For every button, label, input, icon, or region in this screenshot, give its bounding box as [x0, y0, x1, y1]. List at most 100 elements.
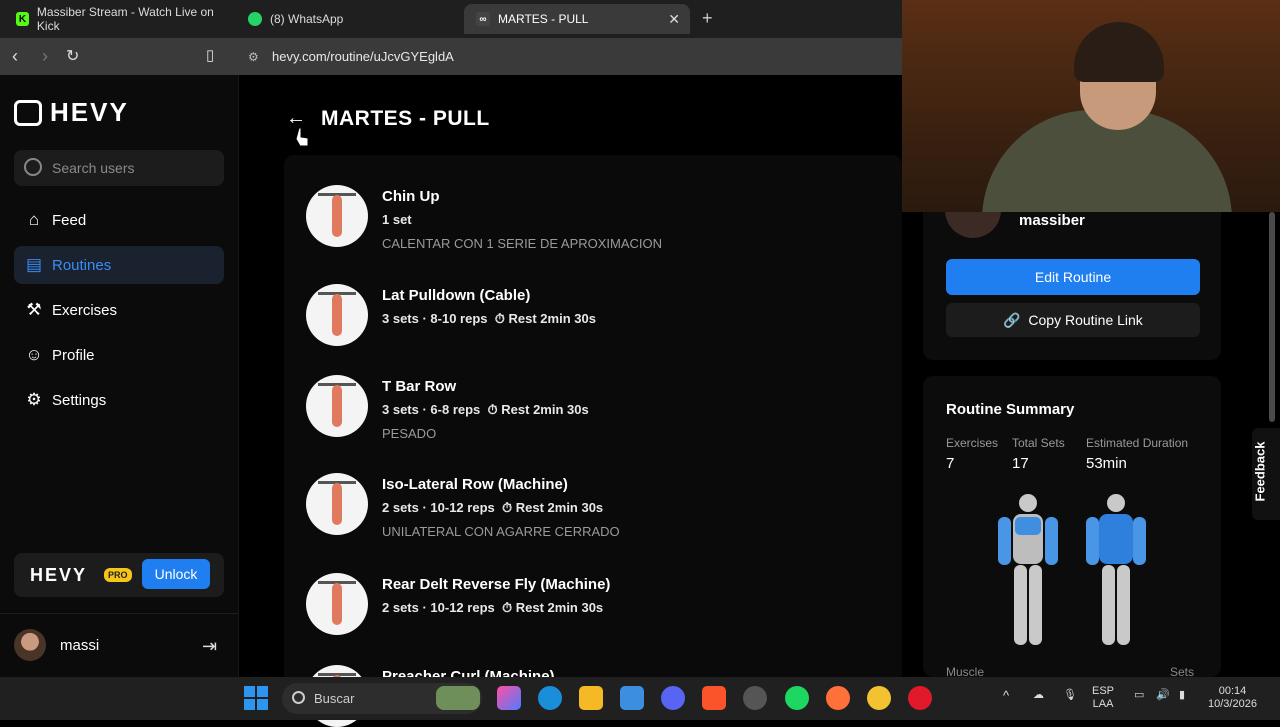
exercise-meta: 1 set — [382, 212, 412, 227]
close-icon[interactable]: ✕ — [668, 11, 680, 28]
exercise-note: PESADO — [382, 426, 437, 441]
exercise-meta: 2 sets · 10-12 reps ⏱ Rest 2min 30s — [382, 500, 604, 515]
webcam-person-hair — [1074, 22, 1164, 82]
stat-total-sets: Total Sets 17 — [1012, 436, 1065, 472]
timer-icon: ⏱ — [501, 600, 513, 615]
summary-title: Routine Summary — [946, 401, 1075, 418]
edit-routine-button[interactable]: Edit Routine — [946, 259, 1200, 295]
obs-icon[interactable] — [743, 686, 767, 710]
copy-routine-link-button[interactable]: 🔗 Copy Routine Link — [946, 303, 1200, 337]
search-icon — [292, 691, 305, 704]
back-arrow-icon[interactable]: ‹ — [12, 46, 18, 67]
search-input[interactable]: Search users — [14, 150, 224, 186]
tab-whatsapp[interactable]: (8) WhatsApp — [236, 4, 458, 34]
chrome-icon[interactable] — [867, 686, 891, 710]
gear-icon: ⚙ — [26, 390, 42, 409]
copilot-icon[interactable] — [497, 686, 521, 710]
volume-icon[interactable]: 🔊 — [1156, 689, 1170, 702]
divider — [0, 613, 239, 614]
exercise-meta: 3 sets · 8-10 reps ⏱ Rest 2min 30s — [382, 311, 596, 326]
sidebar-item-label: Settings — [52, 391, 107, 409]
sidebar-item-label: Exercises — [52, 301, 118, 319]
firefox-icon[interactable] — [826, 686, 850, 710]
browser-tab-bar: K Massiber Stream - Watch Live on Kick (… — [0, 0, 902, 38]
new-tab-icon[interactable]: + — [702, 8, 713, 29]
sidebar-item-label: Feed — [52, 211, 87, 229]
exercise-name: Chin Up — [382, 188, 440, 205]
tab-kick[interactable]: K Massiber Stream - Watch Live on Kick — [4, 4, 236, 34]
search-icon — [24, 158, 42, 176]
dumbbell-icon: ⚒ — [26, 300, 42, 319]
file-explorer-icon[interactable] — [579, 686, 603, 710]
scrollbar-thumb[interactable] — [1269, 212, 1275, 422]
spotify-icon[interactable] — [785, 686, 809, 710]
site-info-icon[interactable]: ⚙ — [248, 44, 259, 70]
tab-hevy[interactable]: ∞ MARTES - PULL ✕ — [464, 4, 690, 34]
chevron-up-icon[interactable]: ^ — [1003, 689, 1009, 702]
network-icon[interactable]: ▭ — [1134, 689, 1144, 702]
language-indicator[interactable]: ESP LAA — [1092, 685, 1114, 711]
logout-icon[interactable]: ⇥ — [202, 636, 217, 657]
home-icon: ⌂ — [28, 210, 40, 229]
widgets-icon[interactable] — [436, 686, 480, 710]
hand-cursor-icon — [295, 127, 309, 147]
taskbar: Buscar ^ ☁ 🎙 ESP LAA ▭ 🔊 ▮ 00:14 10/3/2026 — [0, 677, 1280, 720]
exercise-name: T Bar Row — [382, 378, 457, 395]
exercise-thumbnail — [306, 185, 368, 247]
exercise-thumbnail — [306, 375, 368, 437]
whatsapp-icon — [248, 12, 262, 26]
brave-icon[interactable] — [702, 686, 726, 710]
exercise-note: CALENTAR CON 1 SERIE DE APROXIMACION — [382, 236, 663, 251]
timer-icon: ⏱ — [494, 311, 505, 326]
routine-summary-card: Routine Summary Exercises 7 Total Sets 17 … — [923, 376, 1221, 679]
url-field[interactable]: ⚙ hevy.com/routine/uJcvGYEgldA — [240, 44, 900, 70]
page-title: MARTES - PULL — [321, 107, 490, 130]
bookmark-icon[interactable]: ▯ — [206, 46, 214, 64]
search-placeholder: Search users — [52, 160, 135, 176]
exercise-name: Iso-Lateral Row (Machine) — [382, 476, 568, 493]
tab-title: MARTES - PULL — [498, 12, 589, 26]
main-content: ← MARTES - PULL Chin Up 1 set CALENTAR C… — [240, 75, 902, 727]
user-profile[interactable]: massi — [14, 629, 99, 661]
unlock-button[interactable]: Unlock — [142, 559, 210, 589]
hevy-logo[interactable]: HEVY — [14, 97, 129, 128]
sidebar-item-exercises[interactable]: ⚒ Exercises — [14, 291, 224, 329]
sidebar-item-settings[interactable]: ⚙ Settings — [14, 381, 224, 419]
exercise-meta: 3 sets · 6-8 reps ⏱ Rest 2min 30s — [382, 402, 589, 417]
feedback-label: Feedback — [1252, 441, 1268, 502]
clock[interactable]: 00:14 10/3/2026 — [1208, 685, 1257, 711]
sidebar-item-label: Profile — [52, 346, 95, 364]
routine-actions-card: massiber Edit Routine 🔗 Copy Routine Lin… — [923, 202, 1221, 360]
routine-owner[interactable]: massiber — [1019, 212, 1085, 229]
stat-exercises: Exercises 7 — [946, 436, 999, 472]
discord-icon[interactable] — [661, 686, 685, 710]
pro-banner: HEVY PRO Unlock — [14, 553, 224, 597]
microphone-icon[interactable]: 🎙 — [1063, 689, 1077, 702]
store-icon[interactable] — [620, 686, 644, 710]
kick-icon: K — [16, 12, 29, 26]
edge-icon[interactable] — [538, 686, 562, 710]
sidebar-item-feed[interactable]: ⌂ Feed — [14, 201, 224, 239]
exercise-thumbnail — [306, 573, 368, 635]
sidebar-item-profile[interactable]: ☺ Profile — [14, 336, 224, 374]
brand-name: HEVY — [50, 97, 129, 127]
onedrive-icon[interactable]: ☁ — [1033, 689, 1044, 702]
tab-title: (8) WhatsApp — [270, 12, 344, 26]
user-name: massi — [60, 636, 100, 654]
sidebar-item-routines[interactable]: ▤ Routines — [14, 246, 224, 284]
avatar — [14, 629, 46, 661]
clipboard-icon: ▤ — [25, 255, 43, 274]
windows-start-icon[interactable] — [244, 686, 268, 710]
feedback-tab[interactable]: Feedback — [1252, 428, 1280, 520]
timer-icon: ⏱ — [487, 402, 498, 417]
opera-icon[interactable] — [908, 686, 932, 710]
exercise-thumbnail — [306, 284, 368, 346]
exercise-name: Rear Delt Reverse Fly (Machine) — [382, 576, 611, 593]
timer-icon: ⏱ — [501, 500, 513, 515]
reload-icon[interactable]: ↻ — [66, 46, 79, 66]
battery-icon[interactable]: ▮ — [1179, 689, 1185, 702]
exercise-name: Lat Pulldown (Cable) — [382, 287, 531, 304]
exercise-note: UNILATERAL CON AGARRE CERRADO — [382, 524, 620, 539]
exercise-meta: 2 sets · 10-12 reps ⏱ Rest 2min 30s — [382, 600, 604, 615]
forward-arrow-icon[interactable]: › — [42, 46, 48, 67]
